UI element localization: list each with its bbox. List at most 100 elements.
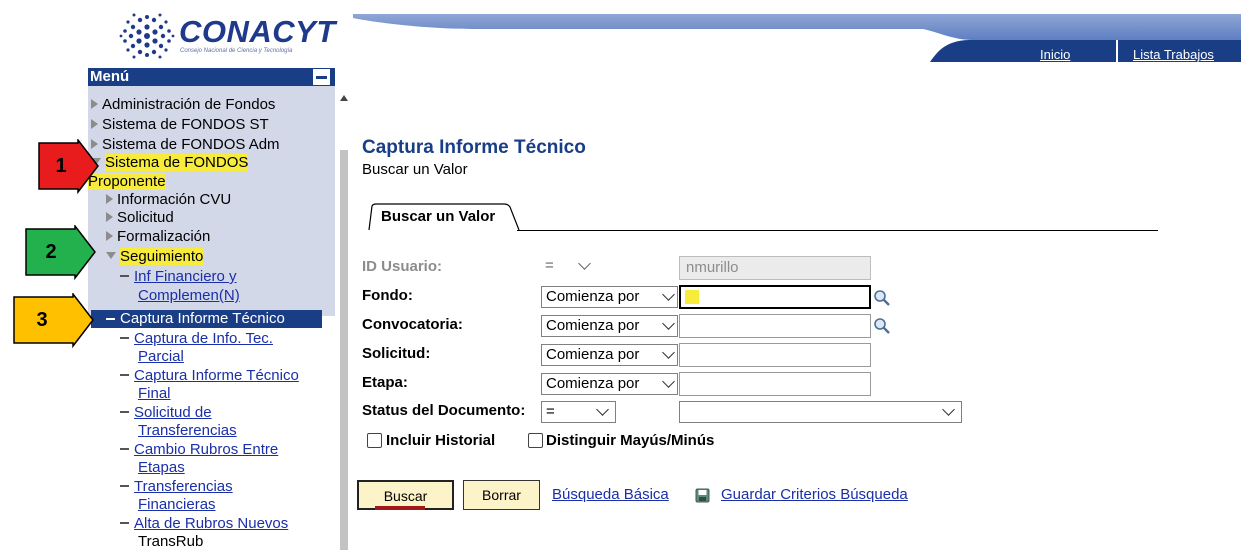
submenu-captura-informe-final-line2[interactable]: Final: [138, 385, 171, 403]
submenu-solicitud-transferencias-line2[interactable]: Transferencias: [138, 422, 237, 440]
input-solicitud[interactable]: [679, 343, 871, 367]
submenu-transferencias-financieras-line2[interactable]: Financieras: [138, 496, 216, 514]
input-fondo[interactable]: [679, 285, 871, 309]
menu-item-sistema-fondos[interactable]: Sistema de FONDOS: [91, 154, 249, 172]
label-etapa: Etapa:: [362, 374, 408, 391]
chevron-down-icon: [578, 257, 591, 270]
save-disk-icon[interactable]: [695, 488, 710, 503]
checkbox-distinguir-mayus[interactable]: [528, 433, 543, 448]
submenu-captura-informe-tecnico[interactable]: Captura Informe Técnico: [91, 310, 322, 328]
callout-number: 3: [36, 309, 48, 331]
bullet-dash-icon: [120, 411, 129, 413]
bullet-dash-icon: [120, 275, 129, 277]
logo-subtitle: Consejo Nacional de Ciencia y Tecnología: [180, 48, 293, 54]
submenu-inf-financiero-line2[interactable]: Complemen(N): [138, 287, 240, 305]
logo-emblem-icon: [119, 13, 175, 59]
bullet-dash-icon: [120, 374, 129, 376]
label-fondo: Fondo:: [362, 287, 413, 304]
expand-arrow-icon: [91, 99, 98, 109]
menu-header: Menú: [88, 68, 335, 86]
operator-id-usuario: =: [541, 256, 597, 278]
guardar-criterios-link[interactable]: Guardar Criterios Búsqueda: [721, 486, 908, 503]
nav-link-lista-trabajos[interactable]: Lista Trabajos: [1133, 47, 1214, 62]
expand-arrow-icon: [106, 231, 113, 241]
chevron-down-icon: [596, 403, 609, 416]
input-convocatoria[interactable]: [679, 314, 871, 338]
menu-item-informacion-cvu[interactable]: Información CVU: [106, 191, 231, 209]
callout-1: 1: [38, 137, 100, 195]
scroll-up-icon[interactable]: [340, 95, 348, 101]
lookup-search-icon[interactable]: [873, 289, 891, 307]
lookup-search-icon[interactable]: [873, 317, 891, 335]
operator-convocatoria[interactable]: Comienza por: [541, 315, 678, 337]
chevron-down-icon: [662, 317, 675, 330]
bullet-dash-icon: [106, 318, 115, 320]
submenu-cambio-rubros[interactable]: Cambio Rubros Entre: [120, 441, 278, 459]
operator-fondo[interactable]: Comienza por: [541, 286, 678, 308]
chevron-down-icon: [662, 375, 675, 388]
logo-title: CONACYT: [179, 14, 336, 49]
nav-separator: [1116, 40, 1118, 62]
expand-arrow-icon: [106, 194, 113, 204]
checkbox-incluir-historial[interactable]: [367, 433, 382, 448]
callout-2: 2: [25, 223, 97, 281]
input-id-usuario: nmurillo: [679, 256, 871, 280]
submenu-inf-financiero[interactable]: Inf Financiero y: [120, 268, 237, 286]
collapse-arrow-icon: [106, 252, 116, 259]
label-incluir-historial: Incluir Historial: [386, 432, 496, 449]
submenu-cambio-rubros-line2[interactable]: Etapas: [138, 459, 185, 477]
label-convocatoria: Convocatoria:: [362, 316, 463, 333]
submenu-captura-info-parcial-line2[interactable]: Parcial: [138, 348, 184, 366]
label-solicitud: Solicitud:: [362, 345, 431, 362]
borrar-button[interactable]: Borrar: [463, 480, 540, 510]
input-etapa[interactable]: [679, 372, 871, 396]
operator-etapa[interactable]: Comienza por: [541, 373, 678, 395]
menu-item-solicitud[interactable]: Solicitud: [106, 209, 174, 227]
collapse-icon[interactable]: [313, 69, 330, 85]
busqueda-basica-link[interactable]: Búsqueda Básica: [552, 486, 669, 503]
callout-number: 1: [55, 155, 67, 177]
buscar-button[interactable]: Buscar: [357, 480, 454, 510]
operator-status-documento[interactable]: =: [541, 401, 616, 423]
submenu-captura-info-parcial[interactable]: Captura de Info. Tec.: [120, 330, 273, 348]
chevron-down-icon: [942, 403, 955, 416]
conacyt-logo: CONACYT Consejo Nacional de Ciencia y Te…: [117, 10, 335, 64]
page-title: Captura Informe Técnico: [362, 137, 586, 158]
callout-3: 3: [13, 291, 95, 349]
bullet-dash-icon: [120, 337, 129, 339]
expand-arrow-icon: [91, 119, 98, 129]
submenu-solicitud-transferencias[interactable]: Solicitud de: [120, 404, 212, 422]
page-subtitle: Buscar un Valor: [362, 161, 468, 178]
menu-item-fondos-adm[interactable]: Sistema de FONDOS Adm: [91, 136, 280, 154]
text-cursor: [685, 290, 699, 304]
operator-solicitud[interactable]: Comienza por: [541, 344, 678, 366]
chevron-down-icon: [662, 346, 675, 359]
menu-item-administracion-fondos[interactable]: Administración de Fondos: [91, 96, 275, 114]
bullet-dash-icon: [120, 485, 129, 487]
nav-link-inicio[interactable]: Inicio: [1040, 47, 1070, 62]
label-status-documento: Status del Documento:: [362, 402, 526, 419]
menu-item-fondos-st[interactable]: Sistema de FONDOS ST: [91, 116, 269, 134]
tab-buscar-valor[interactable]: Buscar un Valor: [368, 203, 520, 231]
label-distinguir-mayus: Distinguir Mayús/Minús: [546, 432, 715, 449]
menu-title: Menú: [90, 68, 130, 85]
menu-item-seguimiento[interactable]: Seguimiento: [106, 248, 204, 266]
buscar-underline-mark: [375, 506, 425, 510]
chevron-down-icon: [662, 288, 675, 301]
sidebar-menu: Menú Administración de Fondos Sistema de…: [88, 68, 335, 551]
submenu-captura-informe-final[interactable]: Captura Informe Técnico: [120, 367, 299, 385]
submenu-alta-rubros-line2: TransRub: [138, 533, 204, 550]
bullet-dash-icon: [120, 448, 129, 450]
sidebar-scrollbar[interactable]: [340, 95, 348, 551]
expand-arrow-icon: [106, 212, 113, 222]
tab-underline: [517, 230, 1158, 231]
callout-number: 2: [45, 241, 57, 263]
scroll-thumb[interactable]: [340, 150, 348, 550]
menu-item-formalizacion[interactable]: Formalización: [106, 228, 210, 246]
select-status-documento[interactable]: [679, 401, 962, 423]
submenu-alta-rubros[interactable]: Alta de Rubros Nuevos: [120, 515, 288, 533]
bullet-dash-icon: [120, 522, 129, 524]
submenu-transferencias-financieras[interactable]: Transferencias: [120, 478, 233, 496]
label-id-usuario: ID Usuario:: [362, 258, 443, 275]
tab-label[interactable]: Buscar un Valor: [381, 208, 495, 225]
